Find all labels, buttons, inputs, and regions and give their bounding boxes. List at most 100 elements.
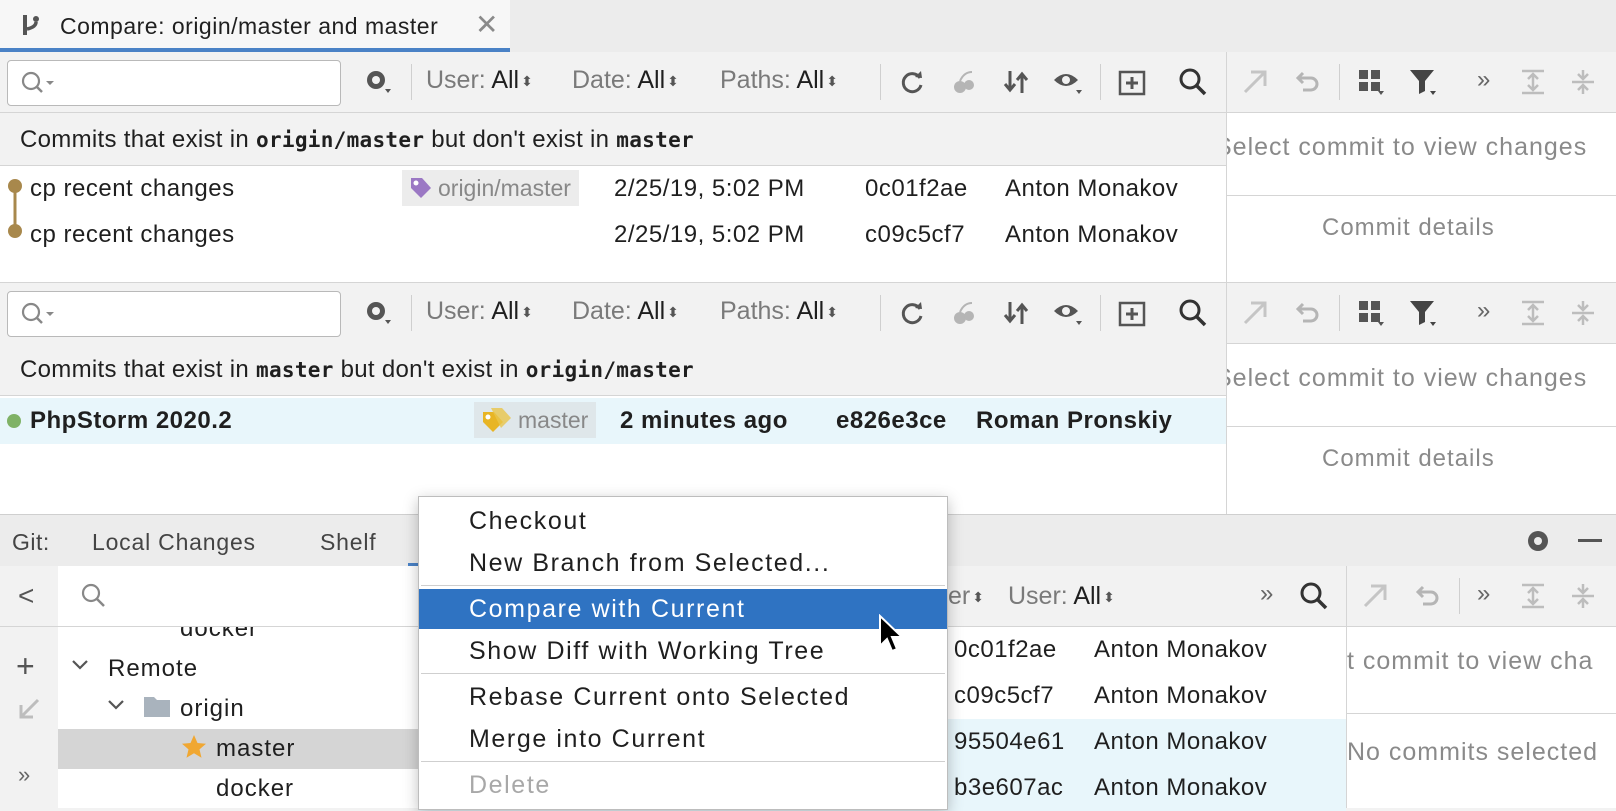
eye-icon[interactable] <box>1052 66 1084 98</box>
tab-title: Compare: origin/master and master <box>60 13 439 39</box>
user-filter-label: User: <box>426 297 486 325</box>
update-icon[interactable] <box>16 696 42 727</box>
chevron-down-icon[interactable] <box>106 695 126 720</box>
date-filter[interactable]: Date: All ⬍ <box>572 297 679 326</box>
add-icon[interactable]: + <box>16 648 35 685</box>
menu-item-rebase[interactable]: Rebase Current onto Selected <box>419 677 947 717</box>
tab-shelf[interactable]: Shelf <box>320 529 376 556</box>
menu-separator <box>421 761 945 762</box>
toolbar-separator <box>411 64 412 100</box>
refresh-icon[interactable] <box>896 297 928 329</box>
filter-icon[interactable] <box>1407 66 1439 98</box>
tree-item-origin[interactable]: origin <box>58 689 418 729</box>
cherry-pick-icon[interactable] <box>948 66 980 98</box>
group-icon[interactable] <box>1355 66 1387 98</box>
branch-name: master <box>616 128 694 152</box>
more-actions-icon[interactable]: » <box>1477 580 1490 608</box>
more-actions-icon[interactable]: » <box>1477 66 1490 94</box>
header-text: Commits that exist in <box>20 126 250 153</box>
user-filter[interactable]: User: All ⬍ <box>426 297 533 326</box>
expand-all-icon[interactable] <box>1517 580 1549 612</box>
commit-hash: 0c01f2ae <box>954 636 1057 663</box>
tree-item-master[interactable]: master <box>58 729 418 769</box>
table-row[interactable]: PhpStorm 2020.2 master 2 minutes ago e82… <box>0 398 1226 444</box>
branch-filter[interactable]: er ⬍ <box>948 582 984 611</box>
commit-author: Anton Monakov <box>1094 636 1268 663</box>
commit-details-area: No commits selected <box>1347 714 1616 808</box>
search-icon[interactable] <box>1177 297 1209 329</box>
table-row[interactable]: cp recent changes 2/25/19, 5:02 PM c09c5… <box>0 212 1226 258</box>
date-filter-value: All <box>637 66 666 94</box>
commit-date: 2 minutes ago <box>620 407 788 434</box>
more-actions-icon[interactable]: » <box>1260 580 1273 608</box>
search-icon[interactable] <box>1177 66 1209 98</box>
expand-icon[interactable] <box>1239 66 1271 98</box>
new-tab-icon[interactable] <box>1116 297 1148 329</box>
cherry-pick-icon[interactable] <box>948 297 980 329</box>
menu-item-checkout[interactable]: Checkout <box>419 501 947 541</box>
branch-name: origin/master <box>525 358 694 382</box>
branch-search-input[interactable] <box>58 566 418 627</box>
gear-icon[interactable] <box>1522 525 1554 557</box>
minimize-icon[interactable] <box>1578 539 1602 542</box>
revert-icon[interactable] <box>1411 580 1443 612</box>
commit-author: Anton Monakov <box>1005 175 1179 202</box>
sort-icon[interactable] <box>1000 297 1032 329</box>
tree-item-remote[interactable]: Remote <box>58 649 418 689</box>
sort-arrows-icon: ⬍ <box>521 303 533 320</box>
eye-icon[interactable] <box>1052 297 1084 329</box>
close-icon[interactable]: ✕ <box>475 8 498 41</box>
gear-icon[interactable] <box>362 297 394 329</box>
menu-item-compare-with-current[interactable]: Compare with Current <box>419 589 947 629</box>
date-filter-label: Date: <box>572 297 632 325</box>
user-filter[interactable]: User: All ⬍ <box>426 66 533 95</box>
revert-icon[interactable] <box>1291 66 1323 98</box>
commit-hash: c09c5cf7 <box>865 221 966 248</box>
search-input[interactable] <box>7 291 341 337</box>
search-icon <box>20 70 56 101</box>
tree-item-docker[interactable]: docker <box>58 769 418 808</box>
header-text: Commits that exist in <box>20 356 250 383</box>
user-filter[interactable]: User: All ⬍ <box>1008 582 1115 611</box>
expand-all-icon[interactable] <box>1517 297 1549 329</box>
back-arrow-icon[interactable]: < <box>18 580 34 612</box>
table-row[interactable]: cp recent changes origin/master 2/25/19,… <box>0 166 1226 212</box>
menu-item-delete[interactable]: Delete <box>419 765 947 805</box>
paths-filter[interactable]: Paths: All ⬍ <box>720 297 838 326</box>
collapse-all-icon[interactable] <box>1567 297 1599 329</box>
sort-arrows-icon: ⬍ <box>1103 588 1115 605</box>
menu-item-merge[interactable]: Merge into Current <box>419 719 947 759</box>
menu-item-label: Compare with Current <box>469 595 746 623</box>
menu-item-show-diff[interactable]: Show Diff with Working Tree <box>419 631 947 671</box>
refresh-icon[interactable] <box>896 66 928 98</box>
group-icon[interactable] <box>1355 297 1387 329</box>
gear-icon[interactable] <box>362 66 394 98</box>
revert-icon[interactable] <box>1291 297 1323 329</box>
collapse-all-icon[interactable] <box>1567 580 1599 612</box>
no-commits-label: No commits selected <box>1347 738 1599 766</box>
paths-filter[interactable]: Paths: All ⬍ <box>720 66 838 95</box>
sort-icon[interactable] <box>1000 66 1032 98</box>
menu-item-new-branch[interactable]: New Branch from Selected... <box>419 543 947 583</box>
filter-icon[interactable] <box>1407 297 1439 329</box>
compare-tab[interactable]: Compare: origin/master and master ✕ <box>0 0 510 52</box>
new-tab-icon[interactable] <box>1116 66 1148 98</box>
more-actions-icon[interactable]: » <box>18 762 30 788</box>
menu-item-label: Rebase Current onto Selected <box>469 683 851 711</box>
details-toolbar: » <box>1227 283 1616 344</box>
more-actions-icon[interactable]: » <box>1477 297 1490 325</box>
date-filter[interactable]: Date: All ⬍ <box>572 66 679 95</box>
tab-local-changes[interactable]: Local Changes <box>92 529 256 556</box>
comparison-header: Commits that exist in master but don't e… <box>0 343 1226 396</box>
search-icon[interactable] <box>1298 580 1330 612</box>
tree-item-docker[interactable]: docker <box>180 627 258 643</box>
expand-icon[interactable] <box>1359 580 1391 612</box>
chevron-down-icon[interactable] <box>70 655 90 680</box>
commit-hash: 0c01f2ae <box>865 175 968 202</box>
search-input[interactable] <box>7 60 341 106</box>
expand-all-icon[interactable] <box>1517 66 1549 98</box>
expand-icon[interactable] <box>1239 297 1271 329</box>
user-filter-label: User: <box>1008 582 1068 610</box>
toolbar-separator <box>1100 64 1101 100</box>
collapse-all-icon[interactable] <box>1567 66 1599 98</box>
